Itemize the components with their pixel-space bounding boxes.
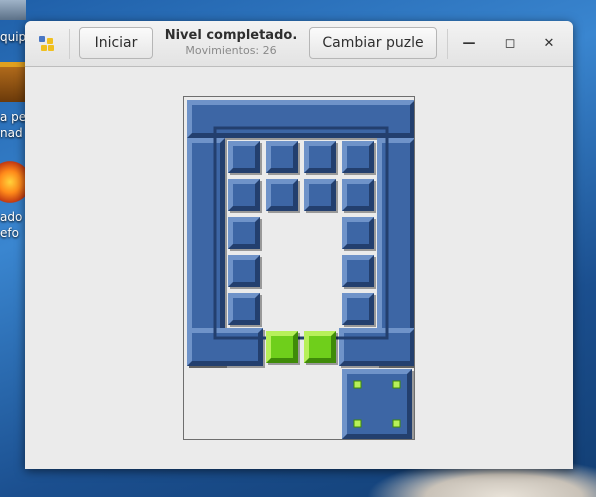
level-completed-title: Nivel completado. [164,28,298,43]
blue-block[interactable] [342,179,376,213]
start-button[interactable]: Iniciar [79,27,153,59]
blue-block[interactable] [228,255,262,289]
board-canvas[interactable] [184,97,414,439]
close-icon[interactable]: ✕ [537,32,561,56]
blue-block[interactable] [228,293,262,327]
desktop-label-4: ado [0,210,23,224]
firefox-icon[interactable] [0,160,26,204]
desktop-icon-computer[interactable] [0,0,26,20]
wall-top [187,100,414,140]
separator [447,29,448,59]
green-block[interactable] [266,331,300,365]
puzzle-window: Iniciar Nivel completado. Movimientos: 2… [25,21,573,469]
change-puzzle-button[interactable]: Cambiar puzle [309,27,437,59]
separator [69,29,70,59]
blue-block[interactable] [228,141,262,175]
desktop-label-5: efo [0,226,19,240]
puzzle-board[interactable] [183,96,415,440]
status-title-block: Nivel completado. Movimientos: 26 [163,28,299,58]
blue-block[interactable] [342,293,376,327]
target-dot [353,419,362,428]
desktop-label-1: quip [0,30,27,44]
target-dot [392,419,401,428]
green-block[interactable] [304,331,338,365]
blue-block[interactable] [304,179,338,213]
blue-block[interactable] [228,179,262,213]
header-bar: Iniciar Nivel completado. Movimientos: 2… [25,21,573,67]
desktop-label-2: a pe [0,110,27,124]
blue-block[interactable] [304,141,338,175]
blue-block[interactable] [266,179,300,213]
target-block[interactable] [342,369,414,439]
blue-block[interactable] [266,141,300,175]
wall-bottom-left [187,328,265,368]
maximize-icon[interactable]: ◻ [498,32,522,56]
blue-block[interactable] [228,217,262,251]
blue-block[interactable] [342,141,376,175]
desktop-chest-icon[interactable] [0,62,26,102]
minimize-icon[interactable]: — [457,32,481,56]
target-dot [353,380,362,389]
puzzle-app-icon [39,36,55,52]
blue-block[interactable] [342,217,376,251]
desktop-label-3: nad [0,126,23,140]
moves-counter: Movimientos: 26 [185,44,277,57]
blue-block[interactable] [342,255,376,289]
target-dot [392,380,401,389]
wall-bottom-right [339,328,414,368]
